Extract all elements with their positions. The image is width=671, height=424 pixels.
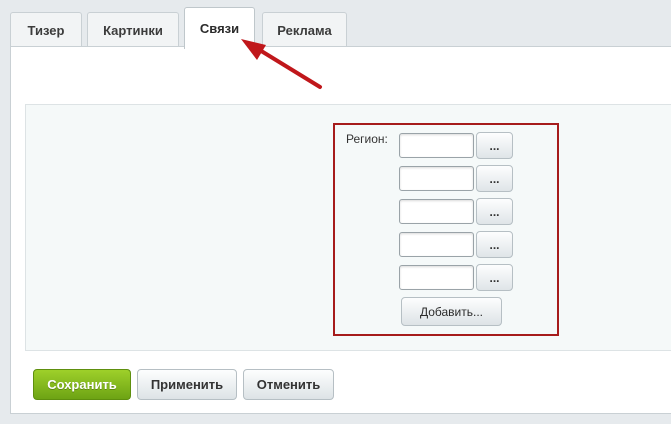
tab-teaser[interactable]: Тизер	[10, 12, 82, 47]
region-input-5[interactable]	[399, 265, 474, 290]
save-button[interactable]: Сохранить	[33, 369, 131, 400]
region-highlight-box: Регион: ... ... ... ... ... Добавить...	[333, 123, 559, 336]
region-input-1[interactable]	[399, 133, 474, 158]
tab-label: Связи	[199, 21, 240, 36]
region-input-4[interactable]	[399, 232, 474, 257]
form-section: Регион: ... ... ... ... ... Добавить...	[25, 104, 671, 351]
tab-links[interactable]: Связи	[184, 7, 255, 49]
region-browse-button-5[interactable]: ...	[476, 264, 513, 291]
cancel-button[interactable]: Отменить	[243, 369, 334, 400]
region-browse-button-3[interactable]: ...	[476, 198, 513, 225]
region-input-3[interactable]	[399, 199, 474, 224]
apply-button[interactable]: Применить	[137, 369, 237, 400]
tab-advertising[interactable]: Реклама	[262, 12, 347, 47]
region-input-2[interactable]	[399, 166, 474, 191]
tab-label: Тизер	[27, 22, 65, 38]
region-browse-button-2[interactable]: ...	[476, 165, 513, 192]
region-browse-button-4[interactable]: ...	[476, 231, 513, 258]
region-browse-button-1[interactable]: ...	[476, 132, 513, 159]
tab-label: Реклама	[277, 22, 332, 38]
region-label: Регион:	[346, 132, 388, 146]
tab-label: Картинки	[103, 22, 163, 38]
tab-content-panel: Регион: ... ... ... ... ... Добавить... …	[10, 46, 671, 414]
add-region-button[interactable]: Добавить...	[401, 297, 502, 326]
tab-images[interactable]: Картинки	[87, 12, 179, 47]
